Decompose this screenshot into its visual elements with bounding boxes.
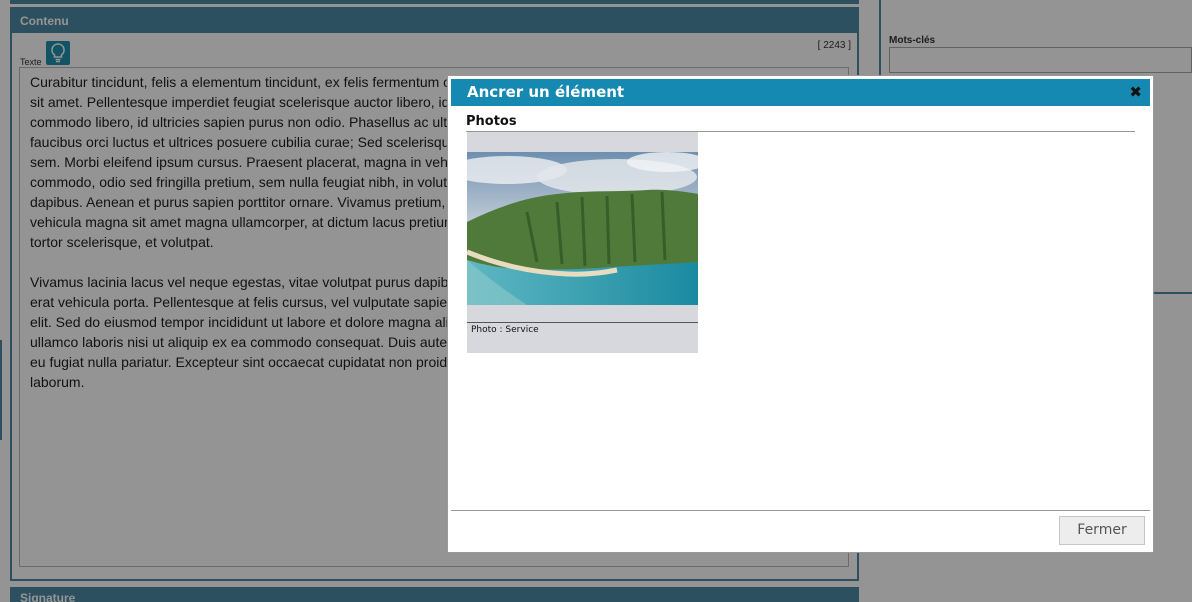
photos-section-title: Photos — [466, 114, 517, 129]
coastline-photo — [467, 152, 698, 305]
close-button[interactable]: Fermer — [1059, 516, 1145, 545]
dialog-header: Ancrer un élément ✖ — [451, 79, 1150, 106]
photo-caption: Photo : Service — [471, 325, 539, 335]
footer-divider — [451, 510, 1150, 511]
anchor-element-dialog: Ancrer un élément ✖ Photos Photo: Servi… — [447, 75, 1154, 553]
dialog-title: Ancrer un élément — [467, 83, 625, 101]
caption-divider — [467, 322, 698, 323]
photo-thumbnail-card[interactable]: Photo : Service — [467, 132, 698, 353]
close-icon[interactable]: ✖ — [1129, 79, 1142, 106]
